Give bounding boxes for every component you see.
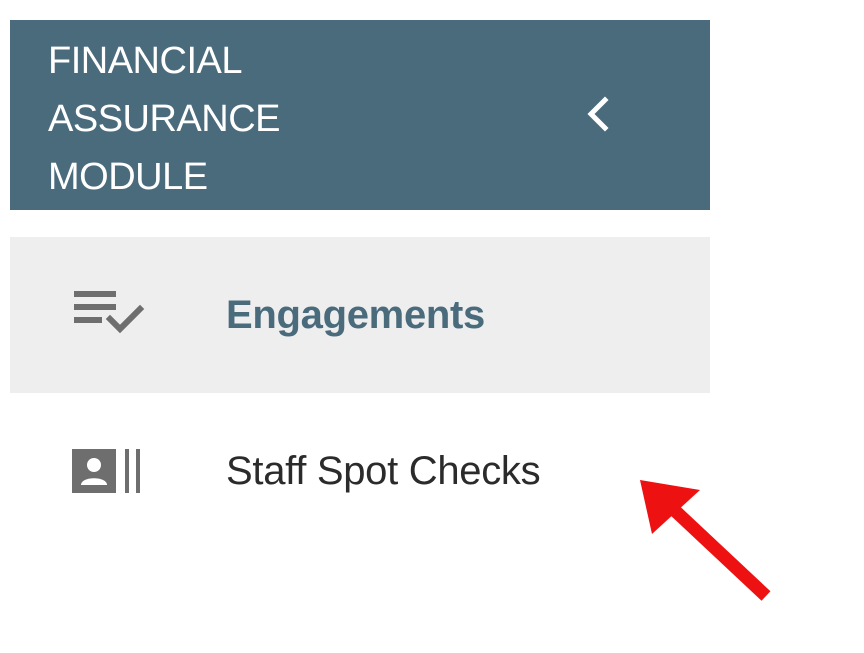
collapse-sidebar-button[interactable] (575, 86, 621, 142)
sidebar-header: FINANCIAL ASSURANCE MODULE (10, 20, 710, 210)
sidebar-item-staff-spot-checks[interactable]: Staff Spot Checks (10, 393, 710, 549)
sidebar-item-label: Staff Spot Checks (226, 448, 541, 493)
sidebar-item-label: Engagements (226, 292, 485, 337)
chevron-left-icon (587, 96, 609, 132)
sidebar-item-engagements[interactable]: Engagements (10, 237, 710, 393)
module-title: FINANCIAL ASSURANCE MODULE (48, 40, 281, 198)
sidebar-nav: Engagements Staff Spot Checks (10, 237, 710, 549)
sidebar: FINANCIAL ASSURANCE MODULE Engagements S… (10, 20, 710, 549)
checklist-icon (70, 285, 154, 345)
red-arrow-annotation (640, 480, 771, 601)
page: FINANCIAL ASSURANCE MODULE Engagements S… (0, 0, 864, 653)
contact-card-icon (70, 441, 154, 501)
